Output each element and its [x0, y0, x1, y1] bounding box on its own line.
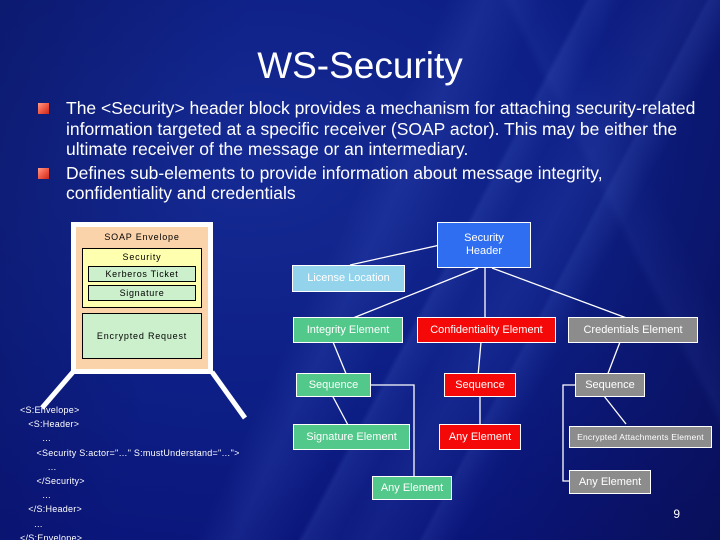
- node-credentials-sequence[interactable]: Sequence: [575, 373, 645, 397]
- node-integrity-element[interactable]: Integrity Element: [293, 317, 403, 343]
- encrypted-request-block: Encrypted Request: [82, 313, 202, 359]
- node-credentials-element[interactable]: Credentials Element: [568, 317, 698, 343]
- node-integrity-sequence[interactable]: Sequence: [296, 373, 371, 397]
- node-label: Signature Element: [306, 430, 397, 443]
- kerberos-ticket-item: Kerberos Ticket: [88, 266, 196, 282]
- soap-envelope-label: SOAP Envelope: [104, 232, 180, 242]
- node-confidentiality-any-element[interactable]: Any Element: [439, 424, 521, 450]
- bullet-item: The <Security> header block provides a m…: [22, 98, 700, 160]
- bullet-square-icon: [38, 167, 49, 179]
- node-license-location[interactable]: License Location: [292, 265, 405, 292]
- slide-title: WS-Security: [257, 45, 463, 86]
- xml-snippet: <S:Envelope> <S:Header> … <Security S:ac…: [20, 405, 240, 540]
- node-label: Sequence: [308, 378, 359, 391]
- node-label: Sequence: [585, 378, 635, 391]
- signature-item: Signature: [88, 285, 196, 301]
- soap-envelope-diagram: SOAP Envelope Security Kerberos Ticket S…: [71, 222, 213, 374]
- security-block: Security Kerberos Ticket Signature: [82, 248, 202, 308]
- soap-envelope-body: SOAP Envelope Security Kerberos Ticket S…: [76, 227, 208, 369]
- bullet-list: The <Security> header block provides a m…: [22, 98, 700, 207]
- node-credentials-any-element[interactable]: Any Element: [569, 470, 651, 494]
- bullet-text: Defines sub-elements to provide informat…: [66, 162, 603, 204]
- page-number: 9: [673, 507, 680, 521]
- bullet-square-icon: [38, 103, 49, 114]
- node-confidentiality-sequence[interactable]: Sequence: [444, 373, 516, 397]
- node-security-header[interactable]: Security Header: [437, 222, 531, 268]
- node-label: Credentials Element: [583, 323, 683, 336]
- node-label: Security Header: [464, 232, 504, 257]
- slide-canvas: WS-Security The <Security> header block …: [0, 0, 720, 540]
- node-label: Confidentiality Element: [430, 323, 543, 336]
- node-label: Sequence: [455, 378, 505, 391]
- bullet-text: The <Security> header block provides a m…: [66, 98, 696, 159]
- bullet-item: Defines sub-elements to provide informat…: [22, 163, 700, 204]
- node-integrity-any-element[interactable]: Any Element: [372, 476, 452, 500]
- node-signature-element[interactable]: Signature Element: [293, 424, 410, 450]
- security-block-label: Security: [122, 252, 162, 262]
- node-encrypted-attachments-element[interactable]: Encrypted Attachments Element: [569, 426, 712, 448]
- node-confidentiality-element[interactable]: Confidentiality Element: [417, 317, 556, 343]
- node-label: License Location: [307, 272, 390, 284]
- node-label: Any Element: [380, 481, 444, 494]
- node-label: Any Element: [578, 475, 642, 488]
- node-label: Any Element: [448, 430, 512, 443]
- node-label: Integrity Element: [306, 323, 390, 336]
- node-label: Encrypted Attachments Element: [577, 431, 704, 442]
